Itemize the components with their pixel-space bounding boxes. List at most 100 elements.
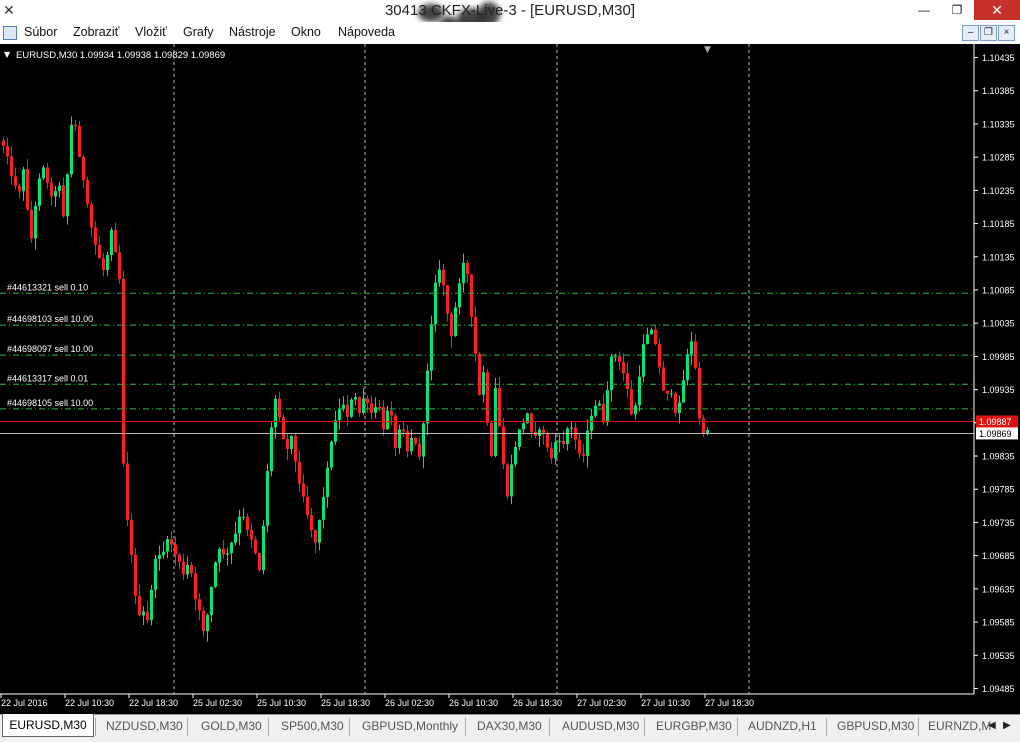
candle-body-bear bbox=[618, 356, 621, 363]
chart-window-icon[interactable] bbox=[3, 26, 17, 40]
candle-body-bear bbox=[30, 209, 33, 239]
candle-body-bear bbox=[446, 285, 449, 314]
price-tick-label: 1.10035 bbox=[982, 319, 1015, 329]
tab-scroll-right-icon[interactable]: ▶ bbox=[1003, 720, 1011, 731]
price-chart[interactable]: #44613321 sell 0.10 #44698103 sell 10.00 #… bbox=[0, 44, 1020, 714]
candle-body-bull bbox=[634, 405, 637, 415]
mdi-restore-button[interactable]: ❐ bbox=[980, 25, 997, 41]
tab-audusd-m30[interactable]: AUDUSD,M30 bbox=[562, 719, 639, 733]
candle-body-bear bbox=[130, 520, 133, 555]
candle-body-bear bbox=[402, 429, 405, 432]
candle-body-bear bbox=[542, 429, 545, 433]
candle-body-bull bbox=[434, 282, 437, 325]
chart-tab-bar: EURUSD,M30 NZDUSD,M30 GOLD,M30 SP500,M30… bbox=[0, 714, 1020, 742]
candle-body-bear bbox=[194, 573, 197, 600]
candle-body-bear bbox=[346, 404, 349, 417]
candle-body-bear bbox=[306, 496, 309, 516]
menu-charts[interactable]: Grafy bbox=[183, 25, 214, 39]
candle-body-bear bbox=[622, 362, 625, 374]
time-tick-label: 25 Jul 10:30 bbox=[257, 698, 306, 708]
candle-body-bear bbox=[118, 252, 121, 279]
tab-gbpusd-monthly[interactable]: GBPUSD,Monthly bbox=[362, 719, 458, 733]
candle-body-bull bbox=[398, 429, 401, 449]
candle-body-bull bbox=[482, 372, 485, 395]
price-tick-label: 1.09735 bbox=[982, 518, 1015, 528]
candle-body-bear bbox=[174, 544, 177, 555]
chart-shift-marker[interactable]: ▼ bbox=[704, 45, 711, 55]
candle-body-bull bbox=[110, 229, 113, 255]
title-bar: ✕ 30413 CKFX-Live-3 - [EURUSD,M30] — ❐ ✕ bbox=[0, 0, 1020, 42]
candle-body-bull bbox=[186, 564, 189, 575]
tab-gbpusd-m30[interactable]: GBPUSD,M30 bbox=[837, 719, 914, 733]
candle-body-bear bbox=[506, 464, 509, 497]
candle-body-bull bbox=[558, 440, 561, 442]
tab-eurnzd-m[interactable]: EURNZD,M bbox=[928, 719, 991, 733]
candle-body-bull bbox=[670, 393, 673, 395]
candle-body-bear bbox=[310, 515, 313, 531]
tab-nzdusd-m30[interactable]: NZDUSD,M30 bbox=[106, 719, 183, 733]
tab-dax30-m30[interactable]: DAX30,M30 bbox=[477, 719, 542, 733]
candle-body-bear bbox=[662, 367, 665, 391]
chart-menu-arrow[interactable]: ▼ bbox=[4, 50, 11, 59]
candle-body-bear bbox=[170, 539, 173, 545]
time-tick-label: 22 Jul 2016 bbox=[1, 698, 48, 708]
candle-body-bull bbox=[34, 205, 37, 239]
candle-body-bear bbox=[222, 548, 225, 555]
order-line-label: #44698105 sell 10.00 bbox=[7, 398, 93, 408]
tab-separator bbox=[918, 718, 919, 736]
price-tick-label: 1.10085 bbox=[982, 285, 1015, 295]
menu-view[interactable]: Zobraziť bbox=[73, 25, 119, 39]
minimize-button[interactable]: — bbox=[908, 0, 940, 20]
candle-body-bear bbox=[702, 418, 705, 434]
close-button[interactable]: ✕ bbox=[974, 0, 1020, 20]
price-tick-label: 1.10335 bbox=[982, 119, 1015, 129]
candle-body-bear bbox=[414, 437, 417, 444]
candle-body-bull bbox=[650, 329, 653, 335]
candle-body-bear bbox=[582, 453, 585, 456]
menu-help[interactable]: Nápoveda bbox=[338, 25, 395, 39]
menu-window[interactable]: Okno bbox=[291, 25, 321, 39]
mdi-minimize-button[interactable]: – bbox=[962, 25, 979, 41]
candle-body-bull bbox=[274, 398, 277, 428]
candle-body-bear bbox=[550, 447, 553, 459]
candle-body-bear bbox=[470, 274, 473, 317]
chart-info-label: EURUSD,M30 1.09934 1.09938 1.09829 1.098… bbox=[16, 50, 225, 61]
tab-eurgbp-m30[interactable]: EURGBP,M30 bbox=[656, 719, 732, 733]
order-line-label: #44613317 sell 0.01 bbox=[7, 373, 88, 383]
time-tick-label: 22 Jul 10:30 bbox=[65, 698, 114, 708]
candle-body-bull bbox=[66, 174, 69, 217]
tab-separator bbox=[737, 718, 738, 736]
candle-body-bear bbox=[314, 530, 317, 543]
candle-body-bear bbox=[94, 227, 97, 245]
tab-sp500-m30[interactable]: SP500,M30 bbox=[281, 719, 344, 733]
candle-body-bear bbox=[146, 611, 149, 621]
candle-body-bear bbox=[286, 439, 289, 450]
tab-scroll-left-icon[interactable]: ◀ bbox=[988, 720, 996, 731]
mdi-close-button[interactable]: × bbox=[998, 25, 1015, 41]
menu-file[interactable]: Súbor bbox=[24, 25, 57, 39]
tab-eurusd-m30[interactable]: EURUSD,M30 bbox=[2, 714, 94, 737]
candle-body-bear bbox=[654, 329, 657, 345]
candle-body-bull bbox=[150, 589, 153, 621]
time-tick-label: 22 Jul 18:30 bbox=[129, 698, 178, 708]
candle-body-bull bbox=[514, 446, 517, 465]
candle-body-bear bbox=[562, 440, 565, 445]
menu-tools[interactable]: Nástroje bbox=[229, 25, 276, 39]
candle-body-bull bbox=[362, 398, 365, 413]
candle-body-bull bbox=[158, 555, 161, 559]
candle-body-bull bbox=[266, 471, 269, 526]
candle-body-bull bbox=[142, 611, 145, 616]
time-tick-label: 26 Jul 02:30 bbox=[385, 698, 434, 708]
price-tick-label: 1.09785 bbox=[982, 485, 1015, 495]
tab-gold-m30[interactable]: GOLD,M30 bbox=[201, 719, 262, 733]
candle-body-bear bbox=[102, 258, 105, 271]
candle-body-bear bbox=[630, 389, 633, 415]
candle-body-bull bbox=[322, 496, 325, 520]
tab-audnzd-h1[interactable]: AUDNZD,H1 bbox=[748, 719, 817, 733]
candle-body-bear bbox=[98, 244, 101, 259]
menu-insert[interactable]: Vložiť bbox=[135, 25, 167, 39]
candle-body-bear bbox=[198, 599, 201, 611]
restore-button[interactable]: ❐ bbox=[941, 0, 973, 20]
candle-body-bull bbox=[518, 429, 521, 447]
price-tick-label: 1.09685 bbox=[982, 551, 1015, 561]
